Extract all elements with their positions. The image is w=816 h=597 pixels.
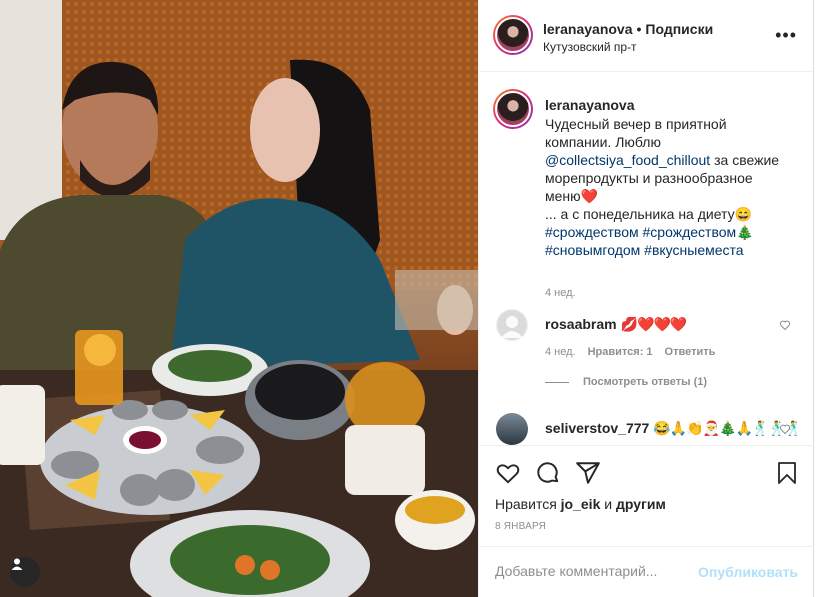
comment-line: seliverstov_777 😂🙏👏🎅🎄🙏🕺🕺🕺 — [545, 420, 802, 437]
caption-text: Чудесный вечер в приятной компании. Любл… — [545, 115, 785, 259]
bookmark-icon[interactable] — [775, 460, 799, 489]
avatar[interactable] — [496, 413, 528, 445]
tagged-user-icon[interactable] — [10, 557, 40, 587]
follow-button[interactable]: Подписки — [645, 21, 713, 37]
view-replies-button[interactable]: Посмотреть ответы (1) — [545, 376, 707, 388]
post-actions: Нравится jo_eik и другим 8 ЯНВАРЯ Опубли… — [479, 445, 814, 597]
caption-username[interactable]: leranayanova — [545, 97, 635, 113]
post-comment-button[interactable]: Опубликовать — [698, 564, 798, 580]
post-photo[interactable] — [0, 0, 478, 597]
post-date[interactable]: 8 ЯНВАРЯ — [495, 521, 546, 532]
heart-icon[interactable] — [779, 423, 791, 438]
action-icons — [495, 460, 799, 488]
likes-prefix: Нравится — [495, 496, 557, 512]
caption-timestamp[interactable]: 4 нед. — [545, 287, 576, 299]
caption-mention[interactable]: @collectsiya_food_chillout — [545, 152, 710, 168]
comment-username[interactable]: rosaabram — [545, 316, 617, 332]
liked-by-user[interactable]: jo_eik — [561, 496, 601, 512]
comment-meta: 4 нед. Нравится: 1 Ответить — [545, 346, 727, 358]
caption-text-part-1: Чудесный вечер в приятной компании. Любл… — [545, 116, 727, 150]
share-icon[interactable] — [575, 460, 601, 489]
header-user-line: leranayanova • Подписки — [543, 21, 713, 37]
comment-input[interactable] — [495, 563, 695, 579]
avatar[interactable] — [493, 15, 533, 55]
liked-by-others[interactable]: другим — [616, 496, 666, 512]
post-panel: leranayanova • Подписки Кутузовский пр-т •… — [478, 0, 814, 597]
reply-button[interactable]: Ответить — [665, 346, 716, 358]
likes-summary: Нравится jo_eik и другим — [495, 496, 666, 512]
comment-icon[interactable] — [535, 460, 561, 489]
photo-illustration — [0, 0, 478, 597]
avatar[interactable] — [496, 309, 528, 341]
heart-icon[interactable] — [495, 460, 521, 489]
caption-avatar[interactable] — [493, 89, 533, 129]
comment-line: rosaabram 💋❤️❤️❤️ — [545, 316, 688, 333]
more-horizontal-icon[interactable]: ••• — [775, 26, 797, 44]
header-username[interactable]: leranayanova — [543, 21, 633, 37]
add-comment-bar: Опубликовать — [479, 546, 814, 597]
likes-mid: и — [604, 496, 613, 512]
comment-username[interactable]: seliverstov_777 — [545, 420, 649, 436]
header-dot: • — [636, 21, 642, 37]
comment-text: 💋❤️❤️❤️ — [620, 316, 688, 332]
comment-timestamp[interactable]: 4 нед. — [545, 346, 576, 358]
comments-list[interactable]: leranayanova Чудесный вечер в приятной к… — [479, 73, 814, 445]
post-header: leranayanova • Подписки Кутузовский пр-т •… — [479, 0, 813, 72]
caption-hashtags[interactable]: #срождеством #срождеством🎄 #сновымгодом … — [545, 224, 754, 258]
comment-likes[interactable]: Нравится: 1 — [588, 346, 653, 358]
heart-icon[interactable] — [779, 319, 791, 334]
location-link[interactable]: Кутузовский пр-т — [543, 40, 637, 54]
